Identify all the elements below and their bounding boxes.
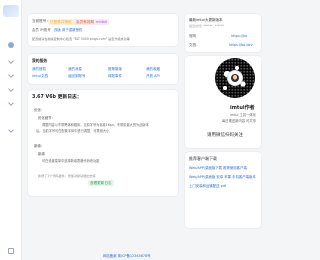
chevron-down-icon[interactable] xyxy=(6,71,16,81)
info-subtitle: 最近访问: ******, ****** xyxy=(189,24,224,28)
section-label: 优化： xyxy=(34,108,45,112)
chevron-down-icon[interactable] xyxy=(6,126,16,136)
downloads-title: 推荐客户端下载 xyxy=(189,156,217,161)
download-link[interactable]: Web/APP/桌面版下载 推荐使用客户端 xyxy=(189,166,247,170)
website-label: 官网 xyxy=(189,34,196,38)
account-card: 当前账号： 已登录并授权 会员有效期 mhtbt 会员 IP/账号 改版 用于重… xyxy=(28,14,178,46)
docs-link[interactable]: https://bo.dev xyxy=(229,43,253,47)
reauthorize-link[interactable]: 用于重新授权 xyxy=(62,28,82,32)
change-link[interactable]: 改版 xyxy=(54,28,61,32)
status-badge: 会员有效期 xyxy=(74,19,96,25)
download-link[interactable]: 上门安装和运输配送 pdf xyxy=(189,184,226,188)
section-text: 后，当前字号可在配置字体中进行调整，可禁用大小 xyxy=(36,129,110,133)
qr-caption: 请用微信扫码关注 xyxy=(207,133,243,138)
downloads-card: 推荐客户端下载 Web/APP/桌面版下载 推荐使用客户端 Web/APP/桌面… xyxy=(185,152,261,228)
account-line2: 会员 IP/账号 xyxy=(32,28,51,32)
chevron-down-icon[interactable] xyxy=(6,57,16,67)
status-badge: mhtbt xyxy=(94,19,109,25)
footer-icp-link[interactable]: 网站备案 粤ICP备12345678号 xyxy=(103,254,150,258)
link-messages[interactable]: 我的消息 xyxy=(68,67,82,72)
view-changelog-button[interactable]: 查看更新日志 xyxy=(88,180,114,186)
qr-subtitle: 每日推送新内容 可共享 xyxy=(222,119,257,123)
link-open-api[interactable]: 开放 API xyxy=(146,74,160,79)
link-favorites[interactable]: 我的收藏 xyxy=(146,67,160,72)
qr-author-name: imtui作者 xyxy=(230,105,255,111)
logo[interactable] xyxy=(3,5,19,17)
sidebar xyxy=(0,0,22,260)
settings-icon[interactable] xyxy=(6,246,16,256)
home-icon[interactable] xyxy=(6,40,16,50)
section-text: 可在设置菜单中选择新增表格代码块功能 xyxy=(42,159,100,163)
avatar xyxy=(227,70,243,86)
section-label: 新增： xyxy=(34,144,45,148)
link-transfer[interactable]: 转账事件 xyxy=(108,74,122,79)
account-note: 配置前请在新版控制中心检查 "BLT 5000 plugs.com" 是否升级成… xyxy=(32,37,130,41)
section-item: 新增 xyxy=(38,152,45,156)
status-badge: 已登录并授权 xyxy=(48,19,74,25)
info-title: 最新imtui大更新版本 xyxy=(189,18,223,22)
section-text: 调整内容以不带黑体和粗体，当前字号为标准16px，不带前最大的为此版本 xyxy=(42,123,149,127)
website-link[interactable]: https://bo xyxy=(231,34,247,38)
update-footnote: 新增了1个代码插件，增加对新功能的支持 xyxy=(38,174,96,178)
info-card: 最新imtui大更新版本 最近访问: ******, ****** 官网 htt… xyxy=(185,14,261,52)
link-my-auth[interactable]: 我的授权 xyxy=(32,67,46,72)
chevron-down-icon[interactable] xyxy=(6,85,16,95)
link-back-account[interactable]: 返回到账号 xyxy=(68,74,86,79)
download-link[interactable]: Web/APP/桌面版 安卓 苹果 手机客户端版本 xyxy=(189,175,256,179)
docs-label: 文档 xyxy=(189,43,196,47)
services-card: 我的服务 我的授权 imtui文档 我的消息 返回到账号 推荐新版 转账事件 我… xyxy=(28,54,178,84)
update-log-card: 3.67 V6b 更新日志： 优化： 优化细节： 调整内容以不带黑体和粗体，当前… xyxy=(28,90,178,196)
link-recommend[interactable]: 推荐新版 xyxy=(108,67,122,72)
link-docs[interactable]: imtui文档 xyxy=(32,74,48,79)
section-item: 优化细节： xyxy=(38,116,55,120)
update-title: 3.67 V6b 更新日志： xyxy=(32,95,82,100)
chevron-down-icon[interactable] xyxy=(6,99,16,109)
qr-subtitle: imtui 工具一体化 xyxy=(230,113,256,117)
services-title: 我的服务 xyxy=(32,58,48,63)
